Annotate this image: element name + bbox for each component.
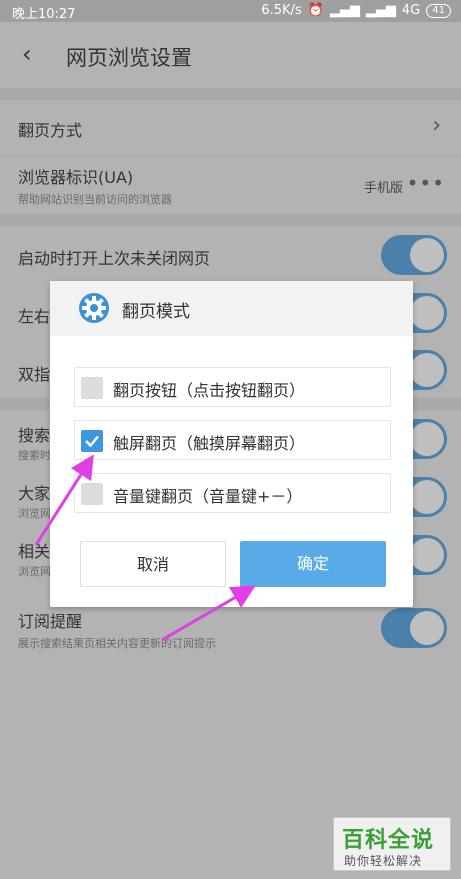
setting-sub: 浏览网 (18, 507, 51, 520)
confirm-button[interactable]: 确定 (240, 541, 386, 587)
page-title: 网页浏览设置 (66, 46, 192, 70)
network-type: 4G (401, 3, 421, 18)
watermark-subtitle: 助你轻松解决 (344, 854, 423, 868)
section-divider (0, 214, 461, 226)
option-touch-paging[interactable]: 触屏翻页（触摸屏幕翻页） (74, 420, 391, 460)
toggle-knob (410, 296, 444, 330)
status-time: 晚上10:27 (12, 7, 76, 22)
page-mode-dialog: 翻页模式 翻页按钮（点击按钮翻页） 触屏翻页（触摸屏幕翻页） 音量键翻页（音量键… (50, 281, 413, 607)
option-label: 音量键翻页（音量键+－） (113, 487, 303, 506)
option-label: 触屏翻页（触摸屏幕翻页） (113, 434, 306, 453)
battery-icon: 41 (426, 3, 451, 18)
dialog-header: 翻页模式 (50, 281, 413, 336)
dialog-title: 翻页模式 (122, 302, 190, 322)
setting-restore-tabs[interactable]: 启动时打开上次未关闭网页 (0, 226, 461, 284)
setting-label: 启动时打开上次未关闭网页 (18, 249, 211, 268)
setting-label: 订阅提醒 (18, 612, 83, 631)
setting-subscription[interactable]: 订阅提醒 展示搜索结果页相关内容更新的订阅提示 (0, 598, 461, 660)
toggle-knob (410, 480, 444, 514)
setting-label: 双指 (18, 365, 51, 384)
checkmark-icon (85, 435, 99, 448)
checkbox[interactable] (81, 483, 103, 505)
setting-user-agent[interactable]: 浏览器标识(UA) 帮助网站识别当前访问的浏览器 手机版 ••• (0, 156, 461, 214)
toggle-switch[interactable] (381, 235, 447, 275)
option-label: 翻页按钮（点击按钮翻页） (113, 381, 306, 400)
setting-label: 左右 (18, 307, 51, 326)
status-bar: 晚上10:27 6.5K/s ⏰ ▂▄▆ ▂▄▆ 4G 41 (0, 0, 461, 22)
setting-page-mode[interactable]: 翻页方式 › (0, 100, 461, 156)
toggle-knob (410, 611, 444, 645)
option-button-paging[interactable]: 翻页按钮（点击按钮翻页） (74, 367, 391, 407)
ua-value: 手机版 (363, 181, 403, 196)
setting-sub: 展示搜索结果页相关内容更新的订阅提示 (18, 637, 216, 650)
setting-label: 浏览器标识(UA) (18, 168, 134, 187)
setting-label: 相关 (18, 542, 51, 561)
setting-label: 大家 (18, 484, 51, 503)
status-right: 6.5K/s ⏰ ▂▄▆ ▂▄▆ 4G 41 (261, 3, 451, 18)
setting-label: 翻页方式 (18, 121, 83, 140)
toggle-knob (410, 238, 444, 272)
gear-icon (79, 293, 109, 323)
option-volume-paging[interactable]: 音量键翻页（音量键+－） (74, 473, 391, 513)
back-chevron-icon[interactable]: ‹ (22, 40, 32, 68)
chevron-right-icon: › (432, 113, 441, 138)
cancel-button[interactable]: 取消 (80, 541, 226, 587)
network-speed: 6.5K/s (261, 3, 302, 18)
signal-icon-2: ▂▄▆ (365, 3, 396, 18)
section-divider (0, 88, 461, 100)
app-header: ‹ 网页浏览设置 (0, 22, 461, 88)
checkbox[interactable] (81, 377, 103, 399)
checkbox-checked[interactable] (81, 430, 103, 452)
toggle-switch[interactable] (381, 608, 447, 648)
watermark-title: 百科全说 (342, 828, 435, 853)
signal-icon: ▂▄▆ (329, 3, 360, 18)
setting-sub: 浏览网 (18, 565, 51, 578)
setting-label: 搜索 (18, 426, 51, 445)
alarm-icon: ⏰ (307, 3, 324, 18)
setting-sub: 搜索时 (18, 449, 51, 462)
toggle-knob (410, 353, 444, 387)
toggle-knob (410, 422, 444, 456)
more-dots-icon[interactable]: ••• (407, 171, 445, 195)
setting-sub: 帮助网站识别当前访问的浏览器 (18, 193, 172, 206)
watermark-logo: 百科全说 助你轻松解决 (333, 817, 451, 871)
toggle-knob (410, 538, 444, 572)
